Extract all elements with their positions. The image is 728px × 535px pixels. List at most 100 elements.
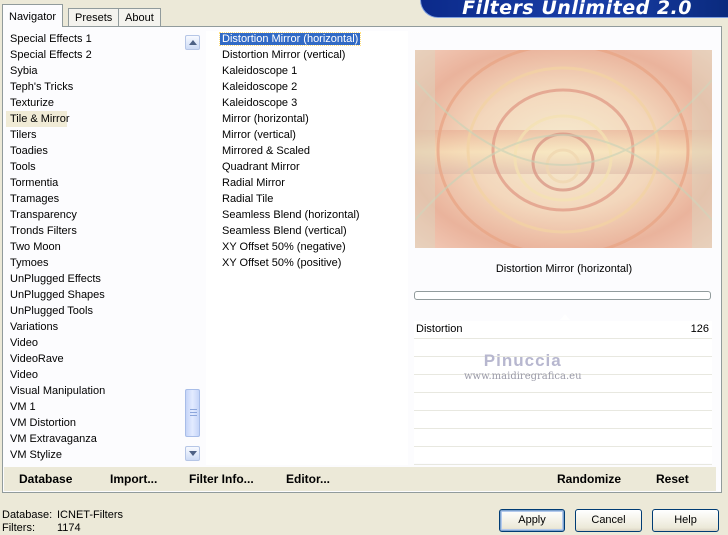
randomize-button[interactable]: Randomize	[557, 472, 621, 486]
watermark-url: www.maidiregrafica.eu	[464, 371, 582, 382]
category-item[interactable]: VM Distortion	[6, 415, 184, 431]
filter-list[interactable]: Distortion Mirror (horizontal) Distortion…	[206, 31, 408, 465]
database-value: ICNET-Filters	[57, 509, 123, 521]
editor-button[interactable]: Editor...	[286, 472, 330, 486]
filter-item-label: Mirror (vertical)	[222, 129, 296, 141]
category-item[interactable]: VideoRave	[6, 351, 184, 367]
filter-item-label: Quadrant Mirror	[222, 161, 300, 173]
distortion-value[interactable]: 126	[691, 321, 709, 338]
filter-item-label: XY Offset 50% (negative)	[222, 241, 346, 253]
filter-item[interactable]: Quadrant Mirror	[206, 159, 408, 175]
database-label: Database:	[2, 509, 53, 521]
category-item[interactable]: Tilers	[6, 127, 184, 143]
app-title: Filters Unlimited 2.0	[462, 0, 692, 19]
filter-item-label: Mirrored & Scaled	[222, 145, 311, 157]
database-button[interactable]: Database	[19, 472, 72, 486]
category-item[interactable]: Special Effects 1	[6, 31, 184, 47]
status-filters: Filters: 1174	[2, 522, 81, 534]
filter-item[interactable]: Seamless Blend (vertical)	[206, 223, 408, 239]
filter-item-label: Kaleidoscope 3	[222, 97, 298, 109]
filter-item-label: XY Offset 50% (positive)	[222, 257, 342, 269]
filter-item-label: Kaleidoscope 1	[222, 65, 298, 77]
filter-item[interactable]: XY Offset 50% (positive)	[206, 255, 408, 271]
filter-item[interactable]: Mirror (vertical)	[206, 127, 408, 143]
category-item[interactable]: Tramages	[6, 191, 184, 207]
category-scrollbar[interactable]	[184, 31, 201, 463]
progress-bar	[414, 291, 711, 300]
apply-button[interactable]: Apply	[499, 509, 565, 532]
filter-item[interactable]: XY Offset 50% (negative)	[206, 239, 408, 255]
filter-item-label: Distortion Mirror (vertical)	[222, 49, 346, 61]
filter-item[interactable]: Radial Tile	[206, 191, 408, 207]
preview-filter-name: Distortion Mirror (horizontal)	[495, 263, 633, 275]
distortion-label: Distortion	[416, 323, 463, 335]
preview-area: Distortion Mirror (horizontal) Distortio…	[414, 31, 714, 465]
category-item[interactable]: Tools	[6, 159, 184, 175]
filter-item[interactable]: Mirror (horizontal)	[206, 111, 408, 127]
filter-item[interactable]: Distortion Mirror (vertical)	[206, 47, 408, 63]
watermark-name: Pinuccia	[483, 351, 562, 370]
tab-about[interactable]: About	[118, 8, 161, 26]
category-item[interactable]: VM 1	[6, 399, 184, 415]
category-item[interactable]: Tronds Filters	[6, 223, 184, 239]
scroll-thumb[interactable]	[185, 389, 200, 437]
category-item[interactable]: VM Stylize	[6, 447, 184, 463]
category-item[interactable]: Video	[6, 367, 184, 383]
cancel-button[interactable]: Cancel	[575, 509, 642, 532]
category-item[interactable]: UnPlugged Tools	[6, 303, 184, 319]
category-item[interactable]: Tymoes	[6, 255, 184, 271]
category-item[interactable]: VM Extravaganza	[6, 431, 184, 447]
watermark: Pinuccia www.maidiregrafica.eu	[464, 351, 582, 382]
tab-presets[interactable]: Presets	[68, 8, 120, 26]
control-row-empty	[414, 411, 712, 429]
control-row-empty	[414, 429, 712, 447]
category-item[interactable]: UnPlugged Shapes	[6, 287, 184, 303]
scroll-up-button[interactable]	[185, 35, 200, 50]
category-item[interactable]: Toadies	[6, 143, 184, 159]
category-item[interactable]: Texturize	[6, 95, 184, 111]
filter-item-label: Kaleidoscope 2	[222, 81, 298, 93]
import-button[interactable]: Import...	[110, 472, 157, 486]
reset-button[interactable]: Reset	[656, 472, 689, 486]
filter-item-label: Radial Tile	[222, 193, 274, 205]
scroll-down-button[interactable]	[185, 446, 200, 461]
filter-controls: Distortion 126 Pinuccia www.maidiregrafi…	[414, 314, 712, 465]
filter-item[interactable]: Radial Mirror	[206, 175, 408, 191]
help-button[interactable]: Help	[652, 509, 719, 532]
category-item[interactable]: Sybia	[6, 63, 184, 79]
category-item[interactable]: Transparency	[6, 207, 184, 223]
distortion-control[interactable]: Distortion 126	[414, 314, 712, 339]
category-item[interactable]: Teph's Tricks	[6, 79, 184, 95]
filter-item-label: Seamless Blend (vertical)	[222, 225, 347, 237]
control-row-empty	[414, 447, 712, 465]
filter-item-label: Mirror (horizontal)	[222, 113, 309, 125]
filter-item-label: Seamless Blend (horizontal)	[222, 209, 360, 221]
tab-navigator[interactable]: Navigator	[2, 4, 64, 27]
filter-item[interactable]: Kaleidoscope 3	[206, 95, 408, 111]
filter-item[interactable]: Distortion Mirror (horizontal)	[206, 31, 408, 47]
bottom-toolbar: Database Import... Filter Info... Editor…	[4, 467, 716, 491]
category-item[interactable]: UnPlugged Effects	[6, 271, 184, 287]
category-item[interactable]: Video	[6, 335, 184, 351]
filter-item-label: Distortion Mirror (horizontal)	[218, 32, 362, 46]
category-item[interactable]: Visual Manipulation	[6, 383, 184, 399]
category-item[interactable]: Special Effects 2	[6, 47, 184, 63]
category-list[interactable]: Special Effects 1 Special Effects 2 Sybia T…	[6, 31, 184, 465]
preview-image	[415, 50, 712, 248]
filter-item[interactable]: Kaleidoscope 1	[206, 63, 408, 79]
filter-info-button[interactable]: Filter Info...	[189, 472, 254, 486]
category-item[interactable]: Tile & Mirror	[6, 111, 69, 127]
status-database: Database: ICNET-Filters	[2, 509, 123, 521]
control-row-empty	[414, 393, 712, 411]
filter-item[interactable]: Mirrored & Scaled	[206, 143, 408, 159]
filter-item-label: Radial Mirror	[222, 177, 285, 189]
app-title-banner: Filters Unlimited 2.0	[420, 0, 728, 19]
category-item[interactable]: Variations	[6, 319, 184, 335]
slider-marker-icon	[560, 314, 570, 320]
category-item[interactable]: Two Moon	[6, 239, 184, 255]
filters-count: 1174	[57, 522, 81, 534]
filters-label: Filters:	[2, 522, 35, 534]
category-item[interactable]: Tormentia	[6, 175, 184, 191]
filter-item[interactable]: Kaleidoscope 2	[206, 79, 408, 95]
filter-item[interactable]: Seamless Blend (horizontal)	[206, 207, 408, 223]
